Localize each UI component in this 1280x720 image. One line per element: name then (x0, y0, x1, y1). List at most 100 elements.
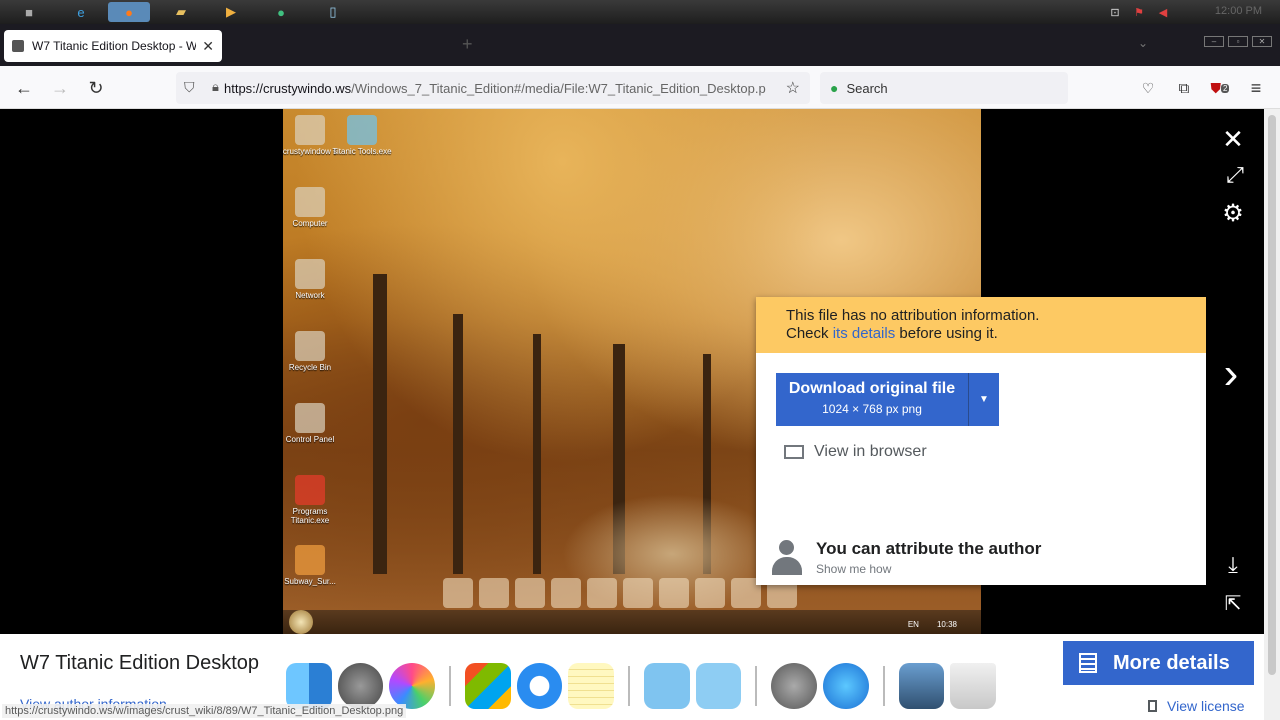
tab-close-icon[interactable]: ✕ (202, 38, 214, 55)
trash-icon[interactable] (950, 663, 996, 709)
ie-icon[interactable]: e (70, 2, 92, 22)
ublock-icon[interactable]: ⛊ 2 (1208, 76, 1232, 100)
window-controls: – ▫ ✕ (1204, 36, 1272, 47)
reload-icon[interactable]: ↻ (84, 76, 108, 100)
desktop-icon[interactable]: Network (283, 259, 340, 300)
minimize-button[interactable]: – (1204, 36, 1224, 47)
desktop-icon[interactable]: Titanic Tools.exe (332, 115, 392, 156)
chat-icon[interactable]: ● (270, 2, 292, 22)
fullscreen-icon[interactable]: ⤢ (1220, 160, 1250, 190)
url-host: https://crustywindo.ws (224, 80, 352, 96)
search-bar[interactable]: ● Search (820, 72, 1068, 104)
view-license-link[interactable]: View license (1148, 698, 1245, 714)
dock-app-icon[interactable] (695, 578, 725, 608)
maximize-button[interactable]: ▫ (1228, 36, 1248, 47)
desktop-icon-label: Titanic Tools.exe (332, 147, 392, 156)
dock-app-icon[interactable] (551, 578, 581, 608)
person-icon (770, 539, 802, 576)
network-tray-icon[interactable]: ⊡ (1104, 2, 1126, 22)
network-icon (295, 259, 325, 289)
os-taskbar: ■ e ● ▰ ▶ ● ▯ ⊡ ⚑ ◀ 12:00 PM (0, 0, 1280, 24)
pocket-icon[interactable]: ♡ (1136, 76, 1160, 100)
attribution-warning: This file has no attribution information… (756, 297, 1206, 353)
warning-line1: This file has no attribution information… (786, 307, 1040, 324)
dock-app-icon[interactable] (623, 578, 653, 608)
download-options-caret-icon[interactable]: ▼ (968, 373, 999, 426)
scrollbar-thumb[interactable] (1268, 115, 1276, 675)
folder-icon[interactable]: ▰ (170, 2, 192, 22)
preview-icon[interactable] (898, 663, 945, 709)
recycle-bin-icon (295, 331, 325, 361)
dock-app-icon[interactable] (515, 578, 545, 608)
document-icon (1079, 653, 1097, 673)
image-icon (784, 445, 804, 459)
desktop-icon-label: crustywindow s (283, 147, 338, 156)
browser-tab[interactable]: W7 Titanic Edition Desktop - Wind ✕ (4, 30, 222, 62)
desktop-icon[interactable]: Control Panel (283, 403, 340, 444)
windows-logo-icon[interactable] (465, 663, 511, 709)
forward-icon[interactable]: → (48, 76, 72, 100)
download-title: Download original file (788, 380, 956, 397)
lock-icon[interactable]: 🔒︎ (212, 79, 219, 95)
more-details-button[interactable]: More details (1063, 641, 1254, 685)
dock-app-icon[interactable] (479, 578, 509, 608)
desktop-icon[interactable]: Recycle Bin (283, 331, 340, 372)
notepad-icon[interactable]: ▯ (322, 2, 344, 22)
safari-icon[interactable] (516, 663, 563, 709)
url-text[interactable]: https://crustywindo.ws/Windows_7_Titanic… (224, 81, 780, 96)
desktop-icon-label: Computer (292, 219, 328, 228)
back-icon[interactable]: ← (12, 76, 36, 100)
license-icon (1148, 700, 1157, 712)
navigation-bar: ← → ↻ ⛉ 🔒︎ https://crustywindo.ws/Window… (0, 66, 1280, 109)
tracking-shield-icon[interactable]: ⛉ (184, 79, 195, 96)
menu-icon[interactable]: ≡ (1244, 76, 1268, 100)
firefox-icon[interactable]: ● (108, 2, 150, 22)
media-player-icon[interactable]: ▶ (220, 2, 242, 22)
its-details-link[interactable]: its details (833, 325, 896, 342)
user-folder-icon (295, 115, 325, 145)
attribute-author[interactable]: You can attribute the author Show me how (770, 539, 1041, 576)
system-preferences-icon[interactable] (337, 663, 384, 709)
scrollbar[interactable] (1264, 109, 1280, 720)
control-panel-icon (295, 403, 325, 433)
notes-icon[interactable] (568, 663, 615, 709)
computer-icon (295, 187, 325, 217)
documents-folder-icon[interactable] (695, 663, 742, 709)
desktop-icon[interactable]: Computer (283, 187, 340, 228)
view-in-browser-link[interactable]: View in browser (784, 443, 927, 461)
settings-gear-icon[interactable]: ⚙ (1218, 198, 1248, 228)
favicon-icon (12, 40, 24, 52)
desktop-icon[interactable]: Programs Titanic.exe (283, 475, 340, 525)
volume-tray-icon[interactable]: ◀ (1152, 2, 1174, 22)
url-bar[interactable]: ⛉ 🔒︎ https://crustywindo.ws/Windows_7_Ti… (176, 72, 810, 104)
download-original-button[interactable]: Download original file 1024 × 768 px png… (776, 373, 999, 426)
tray-clock: 12:00 PM (1214, 5, 1262, 17)
dock-app-icon[interactable] (587, 578, 617, 608)
flag-tray-icon[interactable]: ⚑ (1128, 2, 1150, 22)
dock-app-icon[interactable] (443, 578, 473, 608)
game-center-icon[interactable] (389, 663, 436, 709)
show-me-how-link[interactable]: Show me how (816, 562, 1041, 576)
tab-list-chevron-icon[interactable]: ⌄ (1138, 36, 1148, 50)
app-store-icon[interactable] (823, 663, 869, 709)
new-tab-button[interactable]: + (462, 34, 473, 55)
desktop-icon[interactable]: Subway_Sur... (283, 545, 340, 586)
bookmark-star-icon[interactable]: ☆ (786, 78, 800, 98)
programs-icon (295, 475, 325, 505)
download-icon[interactable]: ⤓ (1218, 550, 1248, 580)
next-image-icon[interactable]: › (1216, 349, 1246, 398)
applications-folder-icon[interactable] (644, 663, 690, 709)
view-license-label: View license (1167, 698, 1245, 714)
close-viewer-icon[interactable]: ✕ (1218, 124, 1248, 154)
url-path: /Windows_7_Titanic_Edition#/media/File:W… (351, 80, 766, 96)
share-icon[interactable]: ⇱ (1218, 588, 1248, 618)
start-icon[interactable]: ■ (18, 2, 40, 22)
finder-icon[interactable] (286, 663, 332, 709)
dock-app-icon[interactable] (659, 578, 689, 608)
close-window-button[interactable]: ✕ (1252, 36, 1272, 47)
download-main[interactable]: Download original file 1024 × 768 px png (776, 373, 968, 426)
desktop-icon-label: Network (295, 291, 325, 300)
launchpad-icon[interactable] (771, 663, 817, 709)
inner-start-orb-icon[interactable] (289, 610, 313, 634)
extensions-icon[interactable]: ⧉ (1172, 76, 1196, 100)
